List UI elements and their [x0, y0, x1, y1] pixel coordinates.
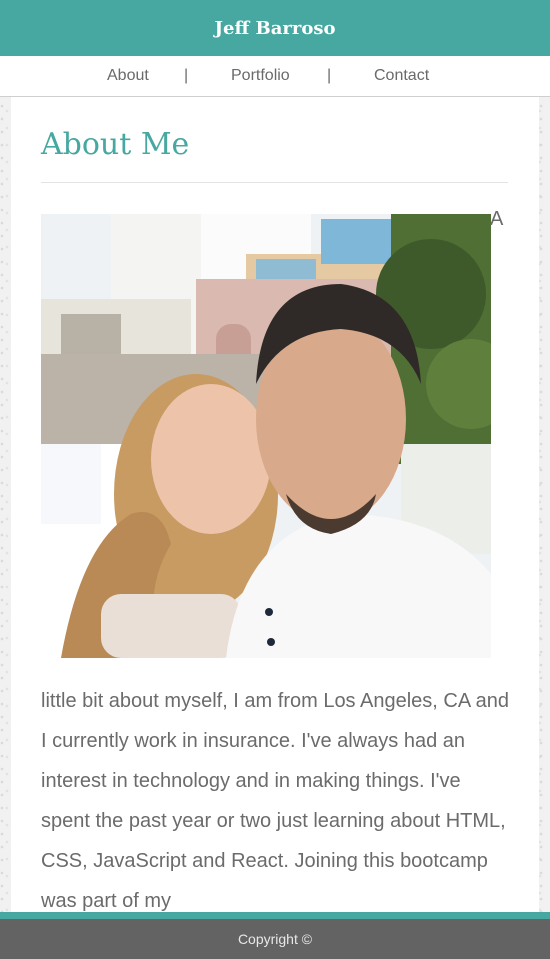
- main-nav: About | Portfolio | Contact: [0, 56, 550, 97]
- nav-separator: |: [184, 67, 189, 84]
- bio-paragraph: little bit about myself, I am from Los A…: [41, 690, 510, 912]
- profile-photo: [41, 214, 491, 658]
- nav-link-portfolio[interactable]: Portfolio: [231, 67, 290, 85]
- page-title: About Me: [41, 127, 190, 162]
- site-footer: Copyright ©: [0, 912, 550, 959]
- couple-photo-icon: [41, 214, 491, 658]
- copyright-text: Copyright ©: [237, 931, 313, 947]
- title-divider: [41, 182, 508, 183]
- nav-separator: |: [327, 67, 332, 84]
- nav-link-contact[interactable]: Contact: [374, 67, 429, 85]
- site-header: Jeff Barroso: [0, 0, 550, 56]
- about-section: About Me A little bit about myself, I am…: [11, 97, 539, 912]
- bio-first-word: A: [490, 208, 504, 230]
- site-title[interactable]: Jeff Barroso: [215, 18, 336, 39]
- nav-link-about[interactable]: About: [107, 67, 149, 85]
